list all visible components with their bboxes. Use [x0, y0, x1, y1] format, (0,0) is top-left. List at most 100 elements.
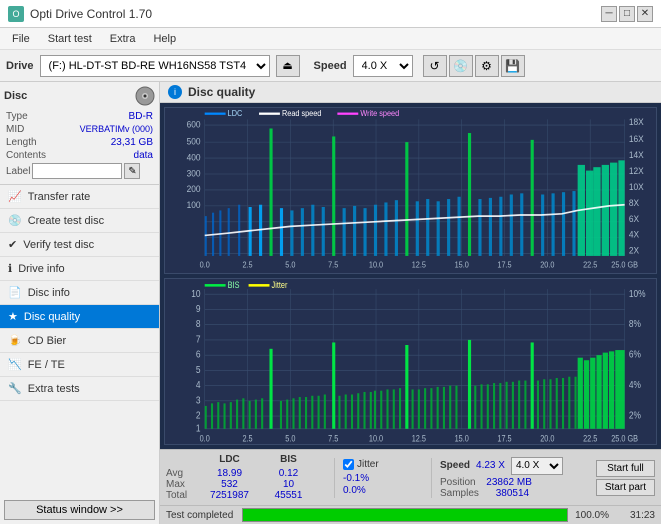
total-ldc: 7251987: [202, 490, 257, 501]
speed-header-row: Speed 4.23 X 4.0 X: [440, 457, 588, 477]
jitter-header-row: Jitter: [343, 459, 423, 472]
avg-row: Avg 18.99 0.12: [166, 468, 326, 479]
svg-text:Jitter: Jitter: [272, 280, 288, 290]
svg-text:5: 5: [196, 364, 201, 375]
disc-type-row: Type BD-R: [4, 110, 155, 123]
sidebar-label-drive-info: Drive info: [18, 263, 64, 275]
total-label: Total: [166, 490, 198, 501]
sidebar-item-create-test-disc[interactable]: 💿 Create test disc: [0, 209, 159, 233]
eject-button[interactable]: ⏏: [276, 55, 300, 77]
menu-help[interactable]: Help: [145, 31, 184, 47]
svg-text:5.0: 5.0: [285, 434, 296, 444]
svg-text:6: 6: [196, 349, 201, 360]
svg-text:300: 300: [187, 168, 201, 178]
jitter-checkbox[interactable]: [343, 459, 354, 470]
speed-label: Speed: [314, 60, 347, 72]
close-button[interactable]: ✕: [637, 6, 653, 22]
sidebar-item-drive-info[interactable]: ℹ Drive info: [0, 257, 159, 281]
bis-header: BIS: [261, 454, 316, 466]
disc-quality-icon-header: i: [168, 85, 182, 99]
start-buttons: Start full Start part: [596, 460, 655, 496]
max-bis: 10: [261, 479, 316, 490]
stats-divider-2: [431, 458, 432, 498]
svg-text:BIS: BIS: [228, 280, 240, 290]
avg-jitter: -0.1%: [343, 473, 369, 484]
jitter-checkbox-label[interactable]: Jitter: [343, 459, 423, 470]
svg-text:8X: 8X: [629, 198, 639, 208]
stats-headers: LDC BIS: [166, 454, 326, 468]
jitter-stats: Jitter -0.1% 0.0%: [343, 459, 423, 496]
right-panel: i Disc quality: [160, 82, 661, 524]
svg-text:7.5: 7.5: [328, 260, 338, 269]
sidebar-item-disc-info[interactable]: 📄 Disc info: [0, 281, 159, 305]
svg-text:10: 10: [191, 288, 200, 299]
label-edit-button[interactable]: ✎: [124, 163, 140, 179]
max-jitter: 0.0%: [343, 485, 366, 496]
sidebar-label-transfer-rate: Transfer rate: [28, 191, 91, 203]
svg-text:6%: 6%: [629, 349, 641, 360]
bottom-chart: 10 9 8 7 6 5 4 3 2 1 10% 8% 6% 4% 2%: [164, 278, 657, 445]
svg-text:7: 7: [196, 334, 201, 345]
app-title: Opti Drive Control 1.70: [30, 7, 152, 21]
save-button[interactable]: 💾: [501, 55, 525, 77]
status-window-button[interactable]: Status window >>: [4, 500, 155, 520]
samples-row: Samples 380514: [440, 488, 588, 499]
disc-contents-row: Contents data: [4, 149, 155, 162]
svg-text:2.5: 2.5: [242, 260, 252, 269]
settings-button[interactable]: ⚙: [475, 55, 499, 77]
speed-display: 4.23 X: [476, 460, 505, 471]
speed-select-small[interactable]: 4.0 X: [511, 457, 563, 475]
svg-text:15.0: 15.0: [455, 260, 469, 269]
position-val: 23862 MB: [482, 477, 537, 488]
sidebar-label-extra-tests: Extra tests: [28, 383, 80, 395]
svg-text:5.0: 5.0: [285, 260, 295, 269]
top-chart: 600 500 400 300 200 100 18X 16X 14X 12X …: [164, 107, 657, 274]
minimize-button[interactable]: ─: [601, 6, 617, 22]
svg-text:500: 500: [187, 136, 201, 146]
top-chart-svg: 600 500 400 300 200 100 18X 16X 14X 12X …: [165, 108, 656, 273]
left-panel: Disc Type BD-R MID VERBATIMv (000) Lengt…: [0, 82, 160, 524]
sidebar-item-extra-tests[interactable]: 🔧 Extra tests: [0, 377, 159, 401]
menubar: File Start test Extra Help: [0, 28, 661, 50]
sidebar-label-fe-te: FE / TE: [28, 359, 65, 371]
svg-text:8: 8: [196, 318, 201, 329]
app-icon-label: O: [12, 9, 19, 19]
titlebar: O Opti Drive Control 1.70 ─ □ ✕: [0, 0, 661, 28]
avg-label: Avg: [166, 468, 198, 479]
svg-text:10%: 10%: [629, 288, 646, 299]
svg-text:4%: 4%: [629, 379, 641, 390]
svg-text:25.0 GB: 25.0 GB: [611, 260, 638, 269]
jitter-label: Jitter: [357, 459, 379, 470]
sidebar-item-cd-bier[interactable]: 🍺 CD Bier: [0, 329, 159, 353]
start-part-button[interactable]: Start part: [596, 479, 655, 496]
sidebar-item-disc-quality[interactable]: ★ Disc quality: [0, 305, 159, 329]
svg-text:12X: 12X: [629, 166, 644, 176]
max-row: Max 532 10: [166, 479, 326, 490]
samples-label: Samples: [440, 488, 479, 499]
start-full-button[interactable]: Start full: [596, 460, 655, 477]
label-input[interactable]: [32, 163, 122, 179]
sidebar-label-create-test-disc: Create test disc: [28, 215, 104, 227]
sidebar-item-transfer-rate[interactable]: 📈 Transfer rate: [0, 185, 159, 209]
maximize-button[interactable]: □: [619, 6, 635, 22]
disc-section: Disc Type BD-R MID VERBATIMv (000) Lengt…: [0, 82, 159, 185]
disc-button[interactable]: 💿: [449, 55, 473, 77]
menu-extra[interactable]: Extra: [102, 31, 144, 47]
toolbar-icons: ↺ 💿 ⚙ 💾: [423, 55, 525, 77]
svg-text:22.5: 22.5: [583, 434, 598, 444]
drive-select[interactable]: (F:) HL-DT-ST BD-RE WH16NS58 TST4: [40, 55, 270, 77]
menu-start-test[interactable]: Start test: [40, 31, 100, 47]
sidebar-label-cd-bier: CD Bier: [28, 335, 67, 347]
disc-mid-row: MID VERBATIMv (000): [4, 123, 155, 136]
speed-select[interactable]: 4.0 X: [353, 55, 413, 77]
cd-bier-icon: 🍺: [8, 334, 22, 347]
disc-info-icon: 📄: [8, 286, 22, 299]
sidebar-label-verify-test-disc: Verify test disc: [23, 239, 94, 251]
sidebar-item-verify-test-disc[interactable]: ✔ Verify test disc: [0, 233, 159, 257]
progress-time: 31:23: [615, 510, 655, 521]
max-label: Max: [166, 479, 198, 490]
refresh-button[interactable]: ↺: [423, 55, 447, 77]
sidebar-item-fe-te[interactable]: 📉 FE / TE: [0, 353, 159, 377]
menu-file[interactable]: File: [4, 31, 38, 47]
progress-bar-inner: [243, 509, 567, 521]
